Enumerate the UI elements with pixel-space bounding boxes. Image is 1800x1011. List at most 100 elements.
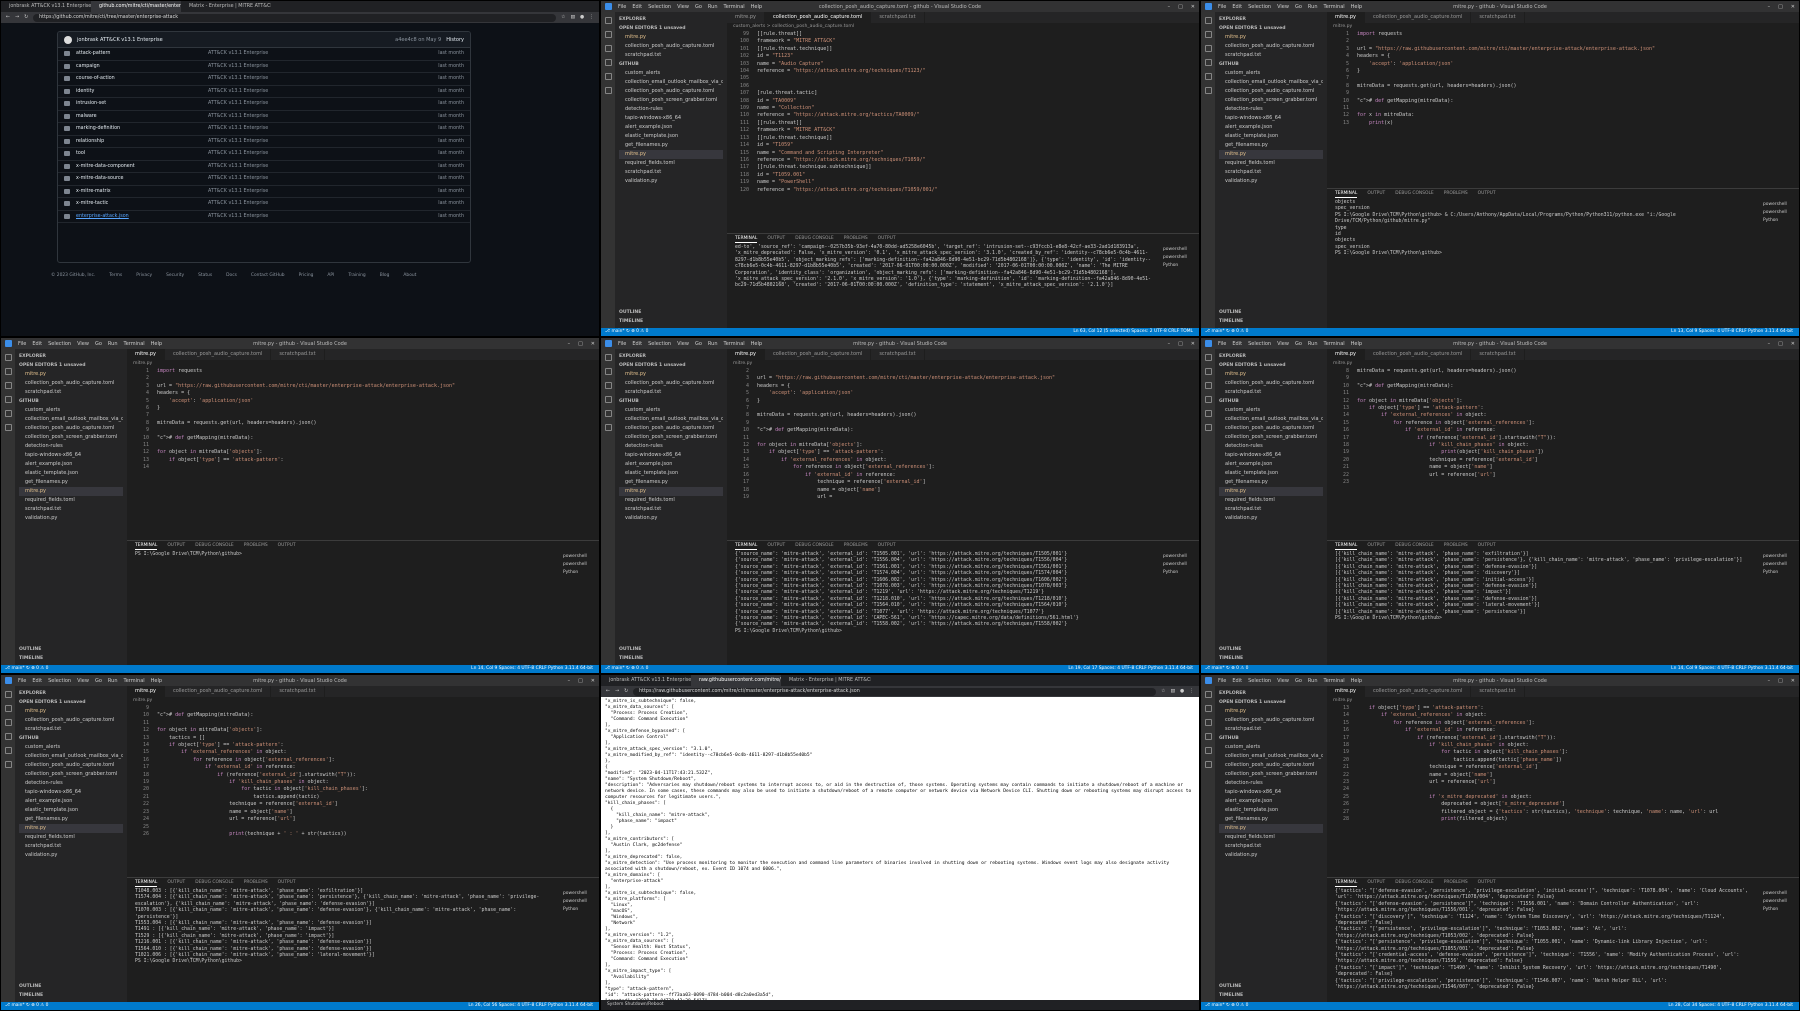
- maximize-icon[interactable]: □: [1778, 678, 1783, 684]
- file-item[interactable]: scratchpad.txt: [619, 168, 723, 177]
- open-editor-item[interactable]: mitre.py: [19, 370, 123, 379]
- editor-tab[interactable]: mitre.py: [1327, 12, 1365, 23]
- entry-name[interactable]: campaign: [76, 64, 208, 69]
- search-icon[interactable]: [4, 705, 12, 712]
- entry-commit[interactable]: ATT&CK v13.1 Enterprise: [208, 89, 438, 94]
- file-item[interactable]: validation.py: [19, 851, 123, 860]
- editor-tab[interactable]: mitre.py: [127, 349, 165, 360]
- editor-tab[interactable]: collection_posh_audio_capture.toml: [1365, 349, 1472, 360]
- explorer-icon[interactable]: [604, 17, 612, 24]
- open-editor-item[interactable]: mitre.py: [1219, 33, 1323, 42]
- run-debug-icon[interactable]: [604, 396, 612, 403]
- explorer-icon[interactable]: [4, 691, 12, 698]
- file-item[interactable]: collection_posh_screen_grabber.toml: [619, 96, 723, 105]
- extensions-icon[interactable]: [604, 410, 612, 417]
- menu-view[interactable]: View: [677, 4, 689, 10]
- explorer-icon[interactable]: [1204, 691, 1212, 698]
- entry-commit[interactable]: ATT&CK v13.1 Enterprise: [208, 64, 438, 69]
- minimize-icon[interactable]: –: [1768, 341, 1771, 347]
- editor-tab[interactable]: collection_posh_audio_capture.toml: [765, 349, 872, 360]
- file-item[interactable]: elastic_template.json: [1219, 132, 1323, 141]
- workspace-header[interactable]: GITHUB: [19, 734, 123, 743]
- open-editor-item[interactable]: scratchpad.txt: [619, 51, 723, 60]
- maximize-icon[interactable]: □: [578, 678, 583, 684]
- file-item[interactable]: collection_posh_audio_capture.toml: [19, 761, 123, 770]
- remote-icon[interactable]: [604, 87, 612, 94]
- entry-name[interactable]: x-mitre-data-component: [76, 164, 208, 169]
- file-item[interactable]: collection_posh_screen_grabber.toml: [1219, 96, 1323, 105]
- table-row[interactable]: relationship ATT&CK v13.1 Enterprise last …: [58, 136, 470, 148]
- file-item[interactable]: elastic_template.json: [1219, 806, 1323, 815]
- menu-view[interactable]: View: [77, 341, 89, 347]
- panel-tab[interactable]: OUTPUT: [767, 234, 785, 243]
- open-editor-item[interactable]: collection_posh_audio_capture.toml: [1219, 379, 1323, 388]
- file-item[interactable]: collection_email_outlook_mailbox_via_com…: [19, 415, 123, 424]
- table-row[interactable]: tool ATT&CK v13.1 Enterprise last month: [58, 148, 470, 161]
- workspace-header[interactable]: GITHUB: [1219, 60, 1323, 69]
- outline-header[interactable]: OUTLINE: [1219, 308, 1243, 317]
- file-item[interactable]: scratchpad.txt: [19, 842, 123, 851]
- file-item[interactable]: scratchpad.txt: [1219, 842, 1323, 851]
- menu-icon[interactable]: ⋮: [1189, 689, 1194, 694]
- workspace-header[interactable]: GITHUB: [619, 397, 723, 406]
- open-editor-item[interactable]: collection_posh_audio_capture.toml: [19, 379, 123, 388]
- menu-run[interactable]: Run: [1308, 341, 1318, 347]
- search-icon[interactable]: [1204, 368, 1212, 375]
- explorer-icon[interactable]: [1204, 17, 1212, 24]
- file-item[interactable]: required_fields.toml: [1219, 159, 1323, 168]
- panel-tab[interactable]: PROBLEMS: [844, 541, 868, 550]
- file-item[interactable]: alert_example.json: [19, 460, 123, 469]
- file-item[interactable]: detection-rules: [19, 779, 123, 788]
- entry-name[interactable]: marking-definition: [76, 126, 208, 131]
- file-item[interactable]: elastic_template.json: [19, 469, 123, 478]
- open-editor-item[interactable]: scratchpad.txt: [619, 388, 723, 397]
- browser-tab[interactable]: Matrix - Enterprise | MITRE ATT&CK: [181, 1, 271, 12]
- open-editors-header[interactable]: OPEN EDITORS 1 unsaved: [1219, 24, 1323, 33]
- explorer-icon[interactable]: [604, 354, 612, 361]
- code-editor[interactable]: 99 [[rule.threat]] 100 framework = "MITRE A…: [727, 31, 1199, 194]
- minimize-icon[interactable]: –: [1168, 341, 1171, 347]
- file-item[interactable]: validation.py: [619, 177, 723, 186]
- terminal-output[interactable]: PS I:\Google Drive\TCM\Python\github>: [127, 550, 559, 663]
- menu-edit[interactable]: Edit: [32, 678, 42, 684]
- open-editors-header[interactable]: OPEN EDITORS 1 unsaved: [1219, 361, 1323, 370]
- file-item[interactable]: tapio-windows-x86_64: [1219, 114, 1323, 123]
- open-editors-header[interactable]: OPEN EDITORS 1 unsaved: [19, 698, 123, 707]
- terminal-output[interactable]: objects spec_version PS I:\Google Drive\…: [1327, 198, 1759, 326]
- maximize-icon[interactable]: □: [578, 341, 583, 347]
- source-control-icon[interactable]: [1204, 719, 1212, 726]
- panel-tab[interactable]: DEBUG CONSOLE: [195, 878, 233, 887]
- menu-go[interactable]: Go: [1295, 4, 1302, 10]
- file-item[interactable]: elastic_template.json: [619, 132, 723, 141]
- editor-tab[interactable]: scratchpad.txt: [1471, 12, 1525, 23]
- footer-link[interactable]: Terms: [109, 273, 122, 278]
- footer-link[interactable]: Contact GitHub: [251, 273, 285, 278]
- terminal-instance[interactable]: Python: [1763, 217, 1795, 225]
- terminal-output[interactable]: {'tactics': "['defense-evasion', 'persis…: [1327, 887, 1759, 1000]
- file-item[interactable]: get_filenames.py: [619, 141, 723, 150]
- timeline-header[interactable]: TIMELINE: [619, 654, 643, 663]
- file-item[interactable]: mitre.py: [619, 487, 723, 496]
- file-item[interactable]: alert_example.json: [1219, 797, 1323, 806]
- footer-link[interactable]: Privacy: [136, 273, 152, 278]
- entry-commit[interactable]: ATT&CK v13.1 Enterprise: [208, 189, 438, 194]
- search-icon[interactable]: [604, 31, 612, 38]
- table-row[interactable]: attack-pattern ATT&CK v13.1 Enterprise las…: [58, 48, 470, 61]
- menu-icon[interactable]: ⋮: [589, 15, 594, 20]
- menu-run[interactable]: Run: [708, 4, 718, 10]
- reload-icon[interactable]: ↻: [24, 15, 28, 20]
- table-row[interactable]: x-mitre-tactic ATT&CK v13.1 Enterprise las…: [58, 198, 470, 211]
- timeline-header[interactable]: TIMELINE: [1219, 991, 1243, 1000]
- terminal-output[interactable]: ed-to', 'source_ref': 'campaign--0257b35…: [727, 243, 1159, 326]
- entry-commit[interactable]: ATT&CK v13.1 Enterprise: [208, 51, 438, 56]
- open-editor-item[interactable]: mitre.py: [19, 707, 123, 716]
- menu-selection[interactable]: Selection: [48, 678, 71, 684]
- source-control-icon[interactable]: [4, 382, 12, 389]
- file-item[interactable]: tapio-windows-x86_64: [19, 451, 123, 460]
- panel-tab[interactable]: OUTPUT: [1478, 189, 1496, 198]
- file-item[interactable]: mitre.py: [19, 824, 123, 833]
- terminal-instance[interactable]: powershell: [1163, 246, 1195, 254]
- menu-selection[interactable]: Selection: [48, 341, 71, 347]
- status-left[interactable]: ⎇ main* ↻ ⊗ 0 ⚠ 0: [605, 665, 648, 673]
- outline-header[interactable]: OUTLINE: [19, 982, 43, 991]
